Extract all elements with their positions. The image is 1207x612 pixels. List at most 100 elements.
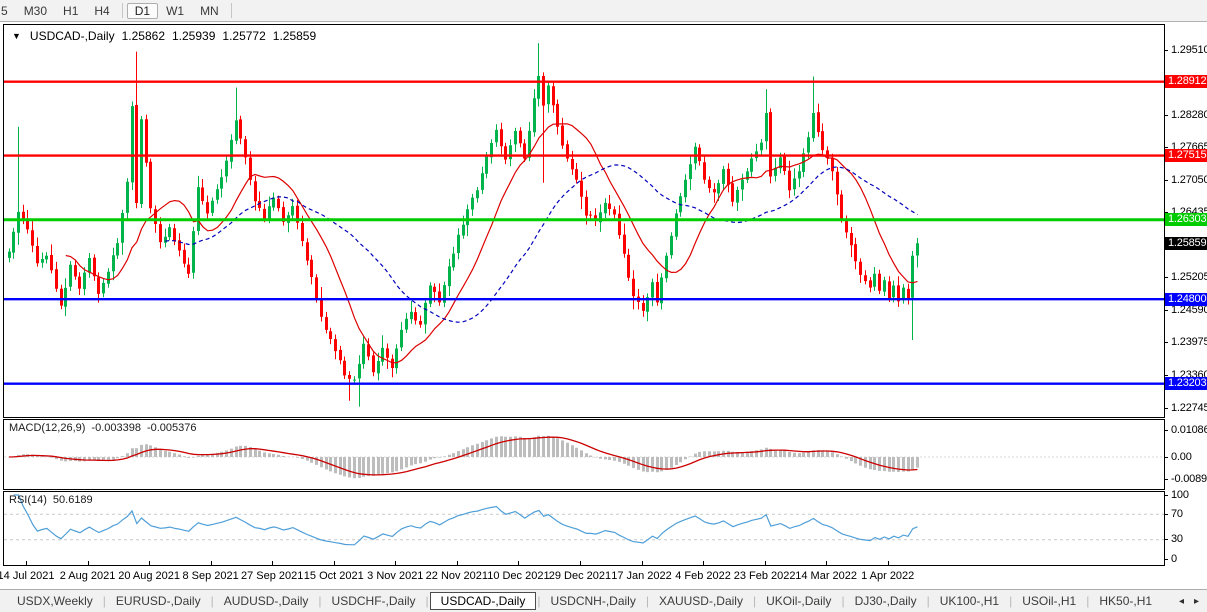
tick-value: 1.25205 bbox=[1171, 271, 1207, 284]
date-label: 14 Mar 2022 bbox=[795, 570, 858, 582]
date-tick bbox=[580, 561, 581, 566]
level-price-label-1.28912: 1.28912 bbox=[1165, 75, 1207, 89]
toolbar-separator bbox=[121, 3, 123, 18]
tab-scroll-left-icon[interactable]: ◂ bbox=[1179, 596, 1184, 607]
chart-tab-bar: USDX,Weekly | EURUSD-,Daily | AUDUSD-,Daily |… bbox=[0, 589, 1207, 612]
tick-dash bbox=[1164, 456, 1168, 458]
timeframe-button-d1[interactable]: D1 bbox=[126, 2, 159, 19]
chart-tab-ukoil-daily[interactable]: UKOil-,Daily bbox=[757, 592, 840, 610]
tick-dash bbox=[1164, 494, 1168, 496]
tick-dash bbox=[1164, 407, 1168, 409]
price-scale-tick: 1.27050 bbox=[1164, 174, 1207, 187]
macd-main-value: -0.003398 bbox=[91, 422, 141, 434]
timeframe-button-mn[interactable]: MN bbox=[192, 3, 227, 19]
timeframe-button-w1[interactable]: W1 bbox=[158, 3, 192, 19]
rsi-line bbox=[13, 494, 918, 546]
tick-value: 0 bbox=[1171, 552, 1177, 565]
date-tick bbox=[149, 561, 150, 566]
date-label: 15 Oct 2021 bbox=[303, 570, 364, 582]
current-price-label: 1.25859 bbox=[1165, 236, 1207, 250]
chart-tab-usdchf-daily[interactable]: USDCHF-,Daily bbox=[323, 592, 425, 610]
chart-tab-uk100-h1[interactable]: UK100-,H1 bbox=[931, 592, 1008, 610]
price-chart-panel[interactable] bbox=[3, 24, 1165, 418]
date-tick bbox=[211, 561, 212, 566]
tick-dash bbox=[1164, 147, 1168, 149]
level-price-label-1.27515: 1.27515 bbox=[1165, 149, 1207, 163]
timeframe-button-h4[interactable]: H4 bbox=[86, 3, 117, 19]
date-label: 3 Nov 2021 bbox=[367, 570, 424, 582]
tab-scroll-right-icon[interactable]: ▸ bbox=[1194, 596, 1199, 607]
rsi-indicator-panel[interactable] bbox=[3, 491, 1165, 566]
date-label: 2 Aug 2021 bbox=[59, 570, 116, 582]
chart-tab-usdcnh-daily[interactable]: USDCNH-,Daily bbox=[541, 592, 644, 610]
tick-dash bbox=[1164, 539, 1168, 541]
price-scale-tick: 1.29510 bbox=[1164, 44, 1207, 57]
chart-tab-audusd-daily[interactable]: AUDUSD-,Daily bbox=[215, 592, 318, 610]
tick-dash bbox=[1164, 429, 1168, 431]
level-price-label-1.248: 1.24800 bbox=[1165, 292, 1207, 306]
tick-dash bbox=[1164, 277, 1168, 279]
tick-dash bbox=[1164, 179, 1168, 181]
price-scale-tick: 70 bbox=[1164, 508, 1183, 521]
tick-dash bbox=[1164, 114, 1168, 116]
rsi-label: RSI(14) 50.6189 bbox=[9, 494, 93, 506]
chart-symbol-label: USDCAD-,Daily bbox=[29, 29, 115, 43]
chart-tab-eurusd-daily[interactable]: EURUSD-,Daily bbox=[107, 592, 210, 610]
date-tick bbox=[395, 561, 396, 566]
tick-value: 1.27050 bbox=[1171, 173, 1207, 186]
date-label: 14 Jul 2021 bbox=[0, 570, 55, 582]
rsi-name: RSI(14) bbox=[9, 494, 47, 506]
timeframe-button-5[interactable]: 5 bbox=[0, 3, 16, 19]
tick-dash bbox=[1164, 374, 1168, 376]
date-tick bbox=[703, 561, 704, 566]
date-label: 1 Apr 2022 bbox=[861, 570, 915, 582]
chart-tab-xauusd-daily[interactable]: XAUUSD-,Daily bbox=[650, 592, 752, 610]
date-label: 22 Nov 2021 bbox=[425, 570, 489, 582]
tick-dash bbox=[1164, 513, 1168, 515]
date-label: 23 Feb 2022 bbox=[733, 570, 796, 582]
tick-dash bbox=[1164, 49, 1168, 51]
date-tick bbox=[888, 561, 889, 566]
price-scale-tick: 0 bbox=[1164, 553, 1177, 566]
tick-value: 1.22745 bbox=[1171, 401, 1207, 414]
tick-value: 70 bbox=[1171, 507, 1183, 520]
date-tick bbox=[457, 561, 458, 566]
tick-value: 1.23975 bbox=[1171, 336, 1207, 349]
date-label: 27 Sep 2021 bbox=[240, 570, 304, 582]
rsi-canvas[interactable] bbox=[4, 492, 1164, 565]
price-scale-tick: 1.23975 bbox=[1164, 336, 1207, 349]
bear-candle-wicks bbox=[23, 51, 909, 401]
date-tick bbox=[272, 561, 273, 566]
ohlc-low: 1.25772 bbox=[222, 29, 266, 43]
timeframe-button-m30[interactable]: M30 bbox=[16, 3, 55, 19]
ohlc-open: 1.25862 bbox=[121, 29, 165, 43]
price-scale-tick: 0.00 bbox=[1164, 451, 1192, 464]
date-label: 10 Dec 2021 bbox=[487, 570, 550, 582]
timeframe-button-h1[interactable]: H1 bbox=[55, 3, 86, 19]
price-scale-tick: 1.24590 bbox=[1164, 304, 1207, 317]
tick-value: 0.010869 bbox=[1171, 423, 1207, 436]
chart-tab-usoil-h1[interactable]: USOil-,H1 bbox=[1013, 592, 1085, 610]
timeframe-toolbar: 5 M30 H1 H4 D1 W1 MN bbox=[0, 0, 1207, 22]
price-scale-tick: 1.22745 bbox=[1164, 402, 1207, 415]
price-scale-tick: -0.008974 bbox=[1164, 473, 1207, 486]
symbol-dropdown-icon[interactable]: ▼ bbox=[12, 31, 21, 41]
bull-candle-bodies bbox=[8, 76, 919, 381]
tick-dash bbox=[1164, 309, 1168, 311]
chart-tab-usdcad-daily[interactable]: USDCAD-,Daily bbox=[429, 592, 537, 610]
toolbar-separator bbox=[230, 3, 232, 18]
price-chart-canvas[interactable] bbox=[4, 25, 1164, 417]
price-scale-tick: 0.010869 bbox=[1164, 424, 1207, 437]
price-scale-tick: 1.25205 bbox=[1164, 271, 1207, 284]
date-tick bbox=[765, 561, 766, 566]
date-tick bbox=[826, 561, 827, 566]
date-tick bbox=[26, 561, 27, 566]
date-label: 20 Aug 2021 bbox=[118, 570, 180, 582]
date-tick bbox=[334, 561, 335, 566]
date-tick bbox=[642, 561, 643, 566]
tick-value: 1.28280 bbox=[1171, 108, 1207, 121]
chart-tab-usdx-weekly[interactable]: USDX,Weekly bbox=[8, 592, 102, 610]
date-tick bbox=[88, 561, 89, 566]
chart-tab-dj30-daily[interactable]: DJ30-,Daily bbox=[846, 592, 926, 610]
chart-tab-hk50-h1[interactable]: HK50-,H1 bbox=[1090, 592, 1161, 610]
